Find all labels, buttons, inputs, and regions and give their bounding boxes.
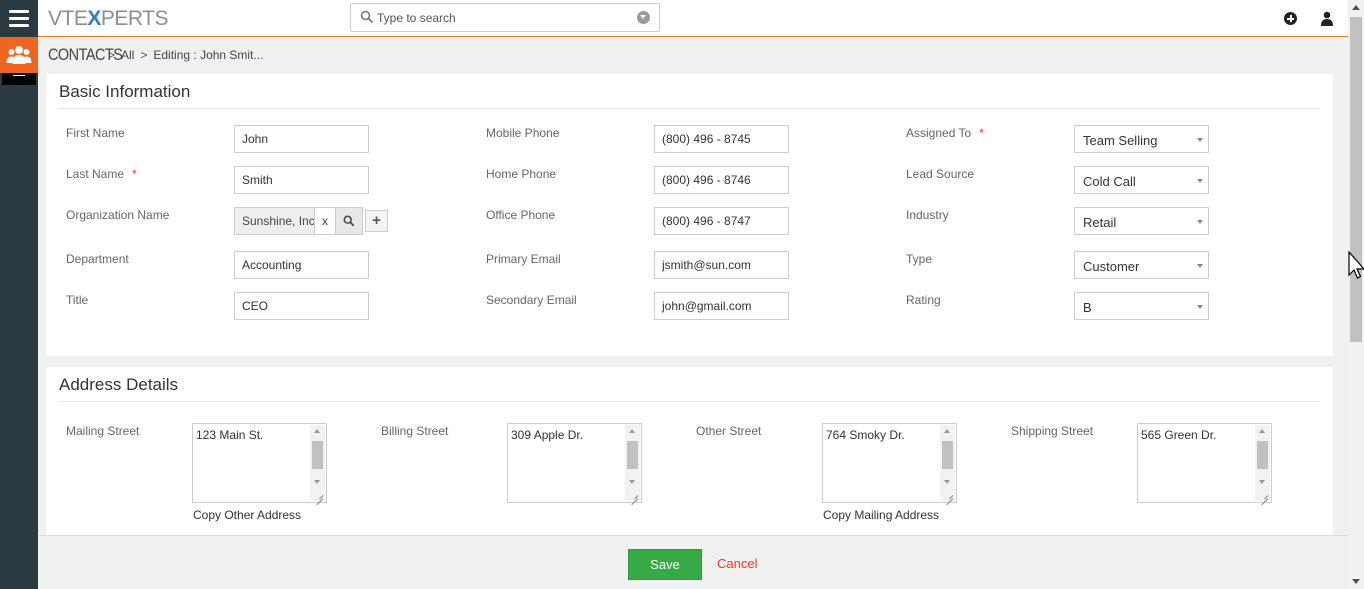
page-scrollbar[interactable]	[1348, 0, 1364, 589]
dropdown-arrow-icon	[1197, 179, 1203, 183]
shipping-street-value: 565 Green Dr.	[1141, 428, 1217, 442]
billing-street-value: 309 Apple Dr.	[511, 428, 584, 442]
address-details-section: Address Details Mailing Street 123 Main …	[46, 367, 1333, 535]
search-icon	[360, 10, 374, 24]
app-logo[interactable]: VTEXPERTS	[48, 7, 169, 31]
office-phone-label: Office Phone	[486, 208, 556, 222]
rating-select[interactable]: B	[1074, 292, 1209, 320]
divider	[59, 108, 1320, 109]
resize-handle[interactable]	[625, 486, 640, 501]
global-search[interactable]	[350, 3, 660, 32]
contacts-module-icon[interactable]	[0, 37, 38, 73]
clear-organization-button[interactable]: x	[315, 207, 336, 235]
dropdown-arrow-icon	[1197, 220, 1203, 224]
billing-street-label: Billing Street	[381, 424, 449, 438]
basic-information-section: Basic Information First Name Last Name* …	[46, 74, 1333, 356]
scrollbar[interactable]	[940, 425, 955, 488]
breadcrumb-all[interactable]: All	[121, 48, 134, 62]
breadcrumb-current: Editing : John Smit...	[153, 48, 264, 62]
dropdown-arrow-icon	[1197, 305, 1203, 309]
scrollbar[interactable]	[310, 425, 325, 488]
other-street-label: Other Street	[696, 424, 762, 438]
dropdown-arrow-icon	[1197, 138, 1203, 142]
section-title: Address Details	[59, 375, 179, 394]
left-sidebar	[0, 37, 38, 589]
secondary-email-field[interactable]	[654, 292, 789, 320]
form-footer: Save Cancel	[38, 535, 1348, 589]
copy-mailing-address-link[interactable]: Copy Mailing Address	[823, 508, 939, 522]
section-title: Basic Information	[59, 82, 191, 101]
rating-label: Rating	[906, 293, 941, 307]
mobile-phone-field[interactable]	[654, 125, 789, 153]
scrollbar-thumb[interactable]	[1350, 17, 1362, 342]
module-indicator	[2, 73, 36, 85]
mobile-phone-label: Mobile Phone	[486, 126, 560, 140]
breadcrumb-module[interactable]: CONTACTS	[48, 45, 123, 65]
home-phone-field[interactable]	[654, 166, 789, 194]
organization-field: Sunshine, Inc x	[234, 207, 363, 235]
dropdown-arrow-icon	[1197, 264, 1203, 268]
shipping-street-label: Shipping Street	[1011, 424, 1094, 438]
first-name-field[interactable]	[234, 125, 369, 153]
add-organization-button[interactable]: +	[365, 210, 388, 232]
primary-email-label: Primary Email	[486, 252, 561, 266]
divider	[59, 401, 1320, 402]
resize-handle[interactable]	[1255, 486, 1270, 501]
chevron-right-icon: >	[140, 48, 148, 62]
save-button[interactable]: Save	[628, 549, 702, 580]
search-icon	[343, 215, 355, 227]
mailing-street-label: Mailing Street	[66, 424, 140, 438]
last-name-field[interactable]	[234, 166, 369, 194]
industry-label: Industry	[906, 208, 949, 222]
mouse-cursor-icon	[1348, 251, 1364, 279]
office-phone-field[interactable]	[654, 207, 789, 235]
scrollbar[interactable]	[1255, 425, 1270, 488]
type-label: Type	[906, 252, 933, 266]
industry-select[interactable]: Retail	[1074, 207, 1209, 235]
cancel-link[interactable]: Cancel	[717, 556, 757, 571]
top-bar: VTEXPERTS	[0, 0, 1348, 37]
other-street-value: 764 Smoky Dr.	[826, 428, 905, 442]
billing-street-field[interactable]: 309 Apple Dr.	[507, 423, 642, 503]
breadcrumb: CONTACTS > All > Editing : John Smit...	[48, 44, 263, 66]
title-label: Title	[66, 293, 89, 307]
scroll-down-icon[interactable]	[1352, 579, 1360, 584]
resize-handle[interactable]	[310, 486, 325, 501]
scroll-up-icon[interactable]	[1352, 5, 1360, 10]
organization-value[interactable]: Sunshine, Inc	[234, 207, 315, 235]
type-select[interactable]: Customer	[1074, 251, 1209, 279]
menu-icon[interactable]	[0, 0, 38, 37]
lead-source-label: Lead Source	[906, 167, 975, 181]
quick-create-icon[interactable]	[1284, 12, 1297, 25]
scrollbar[interactable]	[625, 425, 640, 488]
home-phone-label: Home Phone	[486, 167, 557, 181]
mailing-street-field[interactable]: 123 Main St.	[192, 423, 327, 503]
last-name-label: Last Name *	[66, 167, 137, 181]
resize-handle[interactable]	[940, 486, 955, 501]
department-field[interactable]	[234, 251, 369, 279]
copy-other-address-link[interactable]: Copy Other Address	[193, 508, 301, 522]
assigned-to-select[interactable]: Team Selling	[1074, 125, 1209, 153]
secondary-email-label: Secondary Email	[486, 293, 577, 307]
department-label: Department	[66, 252, 129, 266]
first-name-label: First Name	[66, 126, 125, 140]
search-input[interactable]	[377, 9, 627, 27]
assigned-to-label: Assigned To *	[906, 126, 984, 140]
search-organization-button[interactable]	[336, 207, 363, 235]
organization-name-label: Organization Name	[66, 208, 170, 222]
search-options-icon[interactable]	[637, 11, 650, 24]
other-street-field[interactable]: 764 Smoky Dr.	[822, 423, 957, 503]
primary-email-field[interactable]	[654, 251, 789, 279]
mailing-street-value: 123 Main St.	[196, 428, 264, 442]
shipping-street-field[interactable]: 565 Green Dr.	[1137, 423, 1272, 503]
title-field[interactable]	[234, 292, 369, 320]
user-icon[interactable]	[1320, 11, 1334, 26]
lead-source-select[interactable]: Cold Call	[1074, 166, 1209, 194]
